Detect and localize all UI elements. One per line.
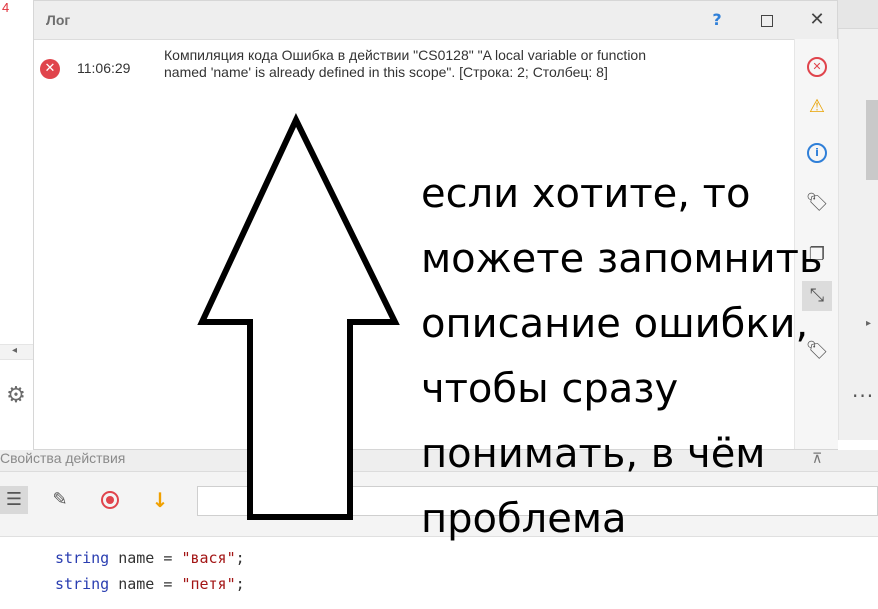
- annotation-line: можете запомнить: [421, 236, 823, 282]
- annotation-line: чтобы сразу: [421, 366, 679, 412]
- up-arrow-shape: [197, 113, 400, 520]
- annotation-text: если хотите, то можете запомнить описани…: [421, 162, 878, 552]
- annotation-line: описание ошибки,: [421, 301, 809, 347]
- annotation-line: проблема: [421, 496, 627, 542]
- annotation-line: если хотите, то: [421, 171, 751, 217]
- annotation-line: понимать, в чём: [421, 431, 766, 477]
